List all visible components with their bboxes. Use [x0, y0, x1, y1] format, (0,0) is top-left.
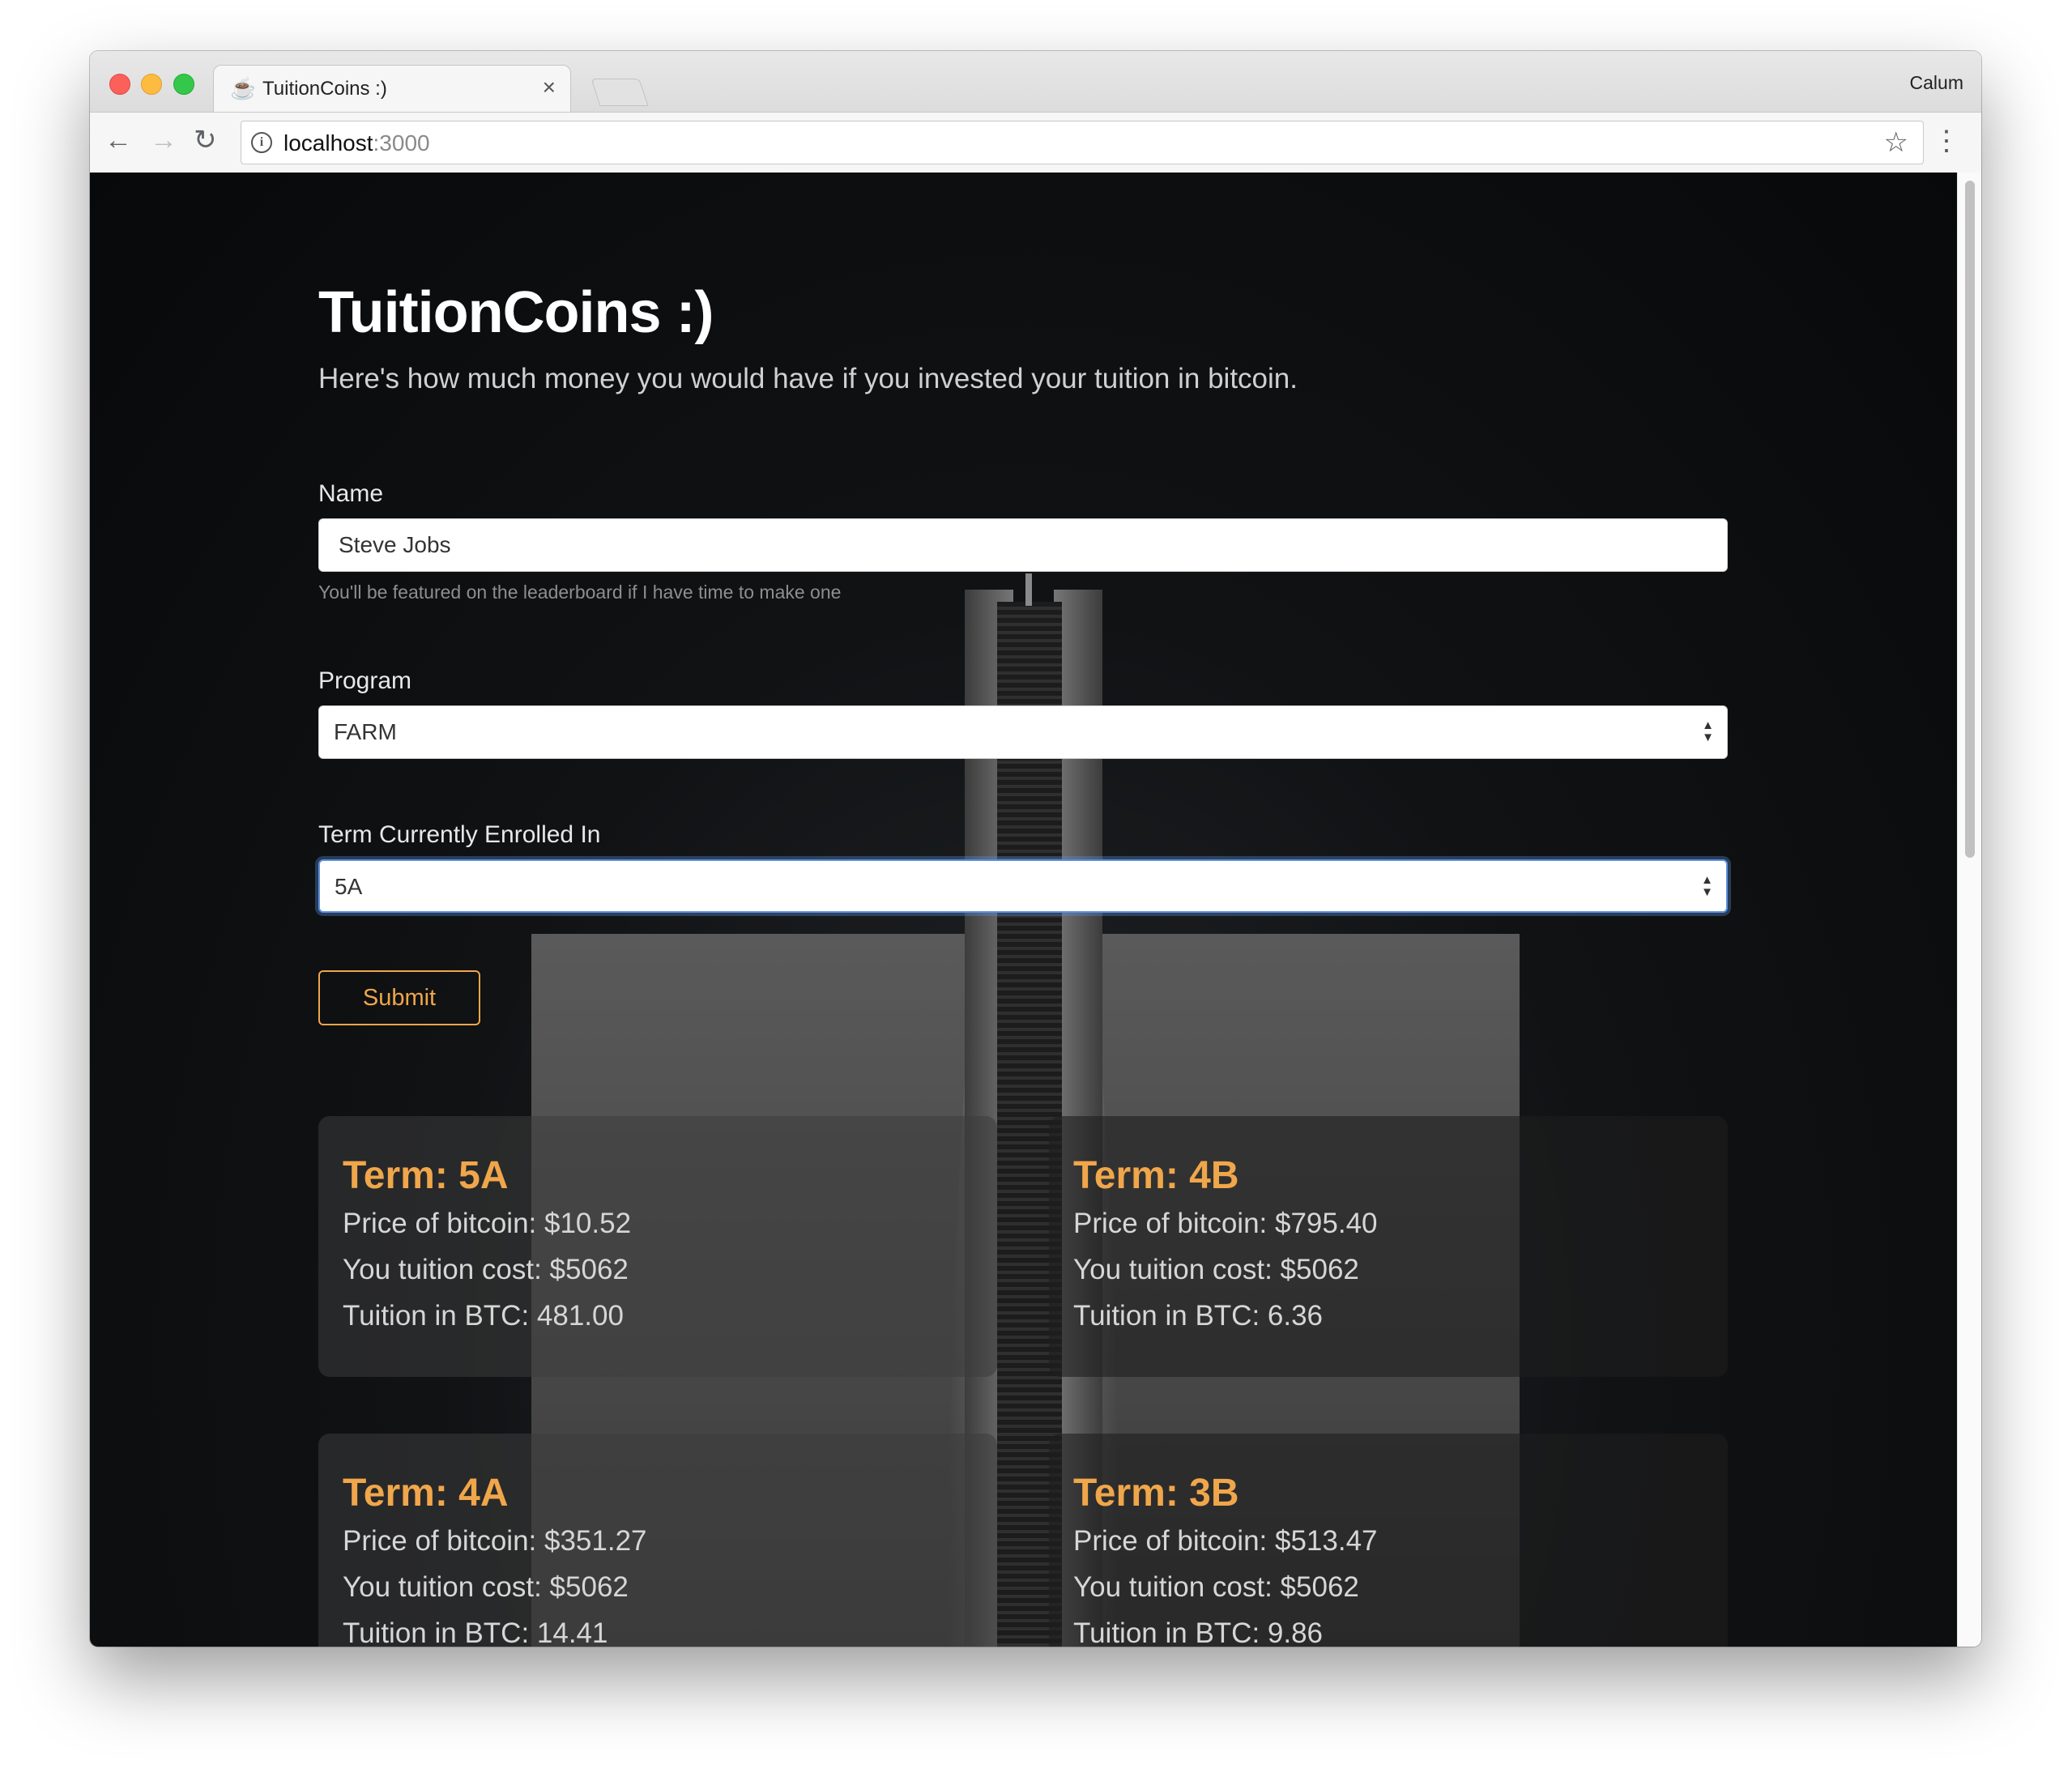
coffee-favicon-icon: ☕ [230, 76, 257, 100]
select-arrows-icon: ▲ ▼ [1701, 873, 1713, 899]
tab-title: TuitionCoins :) [262, 78, 387, 100]
term-selected-value: 5A [335, 874, 363, 899]
card-btc: Tuition in BTC: 6.36 [1073, 1300, 1324, 1332]
browser-window: ☕ TuitionCoins :) × Calum ← → ↻ i localh… [90, 51, 1981, 1647]
program-label: Program [318, 667, 412, 694]
card-btc: Tuition in BTC: 9.86 [1073, 1617, 1324, 1647]
star-icon[interactable]: ☆ [1884, 126, 1908, 159]
address-bar[interactable]: i localhost:3000 ☆ [241, 121, 1924, 164]
result-card: Term: 4A Price of bitcoin: $351.27 You t… [318, 1434, 997, 1647]
program-selected-value: FARM [334, 719, 397, 744]
program-select[interactable]: FARM ▲ ▼ [318, 705, 1728, 759]
card-cost: You tuition cost: $5062 [1073, 1571, 1359, 1603]
forward-arrow-icon[interactable]: → [150, 124, 177, 156]
card-term: Term: 3B [1073, 1472, 1239, 1515]
card-btc: Tuition in BTC: 481.00 [343, 1300, 624, 1332]
term-select[interactable]: 5A ▲ ▼ [318, 859, 1728, 913]
new-tab-button[interactable] [590, 79, 649, 106]
page-viewport: TuitionCoins :) Here's how much money yo… [90, 173, 1957, 1647]
close-window-button[interactable] [109, 74, 130, 95]
card-price: Price of bitcoin: $513.47 [1073, 1525, 1378, 1557]
menu-dots-icon[interactable]: ⋮ [1933, 125, 1960, 157]
term-label: Term Currently Enrolled In [318, 821, 601, 848]
info-icon[interactable]: i [251, 132, 272, 153]
profile-name[interactable]: Calum [1910, 72, 1963, 94]
tab-strip: ☕ TuitionCoins :) × Calum [90, 51, 1981, 113]
result-card: Term: 3B Price of bitcoin: $513.47 You t… [1049, 1434, 1728, 1647]
url-text[interactable]: localhost:3000 [284, 130, 430, 156]
card-cost: You tuition cost: $5062 [343, 1571, 629, 1603]
browser-tab[interactable]: ☕ TuitionCoins :) × [213, 65, 571, 113]
select-arrows-icon: ▲ ▼ [1702, 718, 1714, 744]
page-subtitle: Here's how much money you would have if … [318, 363, 1298, 394]
card-price: Price of bitcoin: $10.52 [343, 1208, 632, 1239]
result-card: Term: 5A Price of bitcoin: $10.52 You tu… [318, 1116, 997, 1377]
browser-toolbar: ← → ↻ i localhost:3000 ☆ ⋮ [90, 112, 1981, 173]
name-help-text: You'll be featured on the leaderboard if… [318, 582, 842, 603]
card-term: Term: 4B [1073, 1154, 1239, 1197]
page-title: TuitionCoins :) [318, 280, 714, 345]
minimize-window-button[interactable] [141, 74, 162, 95]
name-label: Name [318, 480, 384, 507]
name-input[interactable] [318, 518, 1728, 572]
url-port: :3000 [373, 130, 430, 156]
reload-icon[interactable]: ↻ [194, 124, 217, 156]
card-cost: You tuition cost: $5062 [1073, 1254, 1359, 1285]
result-card: Term: 4B Price of bitcoin: $795.40 You t… [1049, 1116, 1728, 1377]
close-icon[interactable]: × [543, 75, 556, 100]
background-spire [1025, 573, 1032, 606]
zoom-window-button[interactable] [173, 74, 194, 95]
submit-button[interactable]: Submit [318, 970, 480, 1025]
back-arrow-icon[interactable]: ← [104, 124, 132, 156]
card-cost: You tuition cost: $5062 [343, 1254, 629, 1285]
card-btc: Tuition in BTC: 14.41 [343, 1617, 608, 1647]
url-host: localhost [284, 130, 373, 156]
card-price: Price of bitcoin: $351.27 [343, 1525, 647, 1557]
scrollbar[interactable] [1957, 173, 1981, 1647]
card-price: Price of bitcoin: $795.40 [1073, 1208, 1378, 1239]
scrollbar-thumb[interactable] [1965, 181, 1975, 858]
card-term: Term: 4A [343, 1472, 509, 1515]
card-term: Term: 5A [343, 1154, 509, 1197]
